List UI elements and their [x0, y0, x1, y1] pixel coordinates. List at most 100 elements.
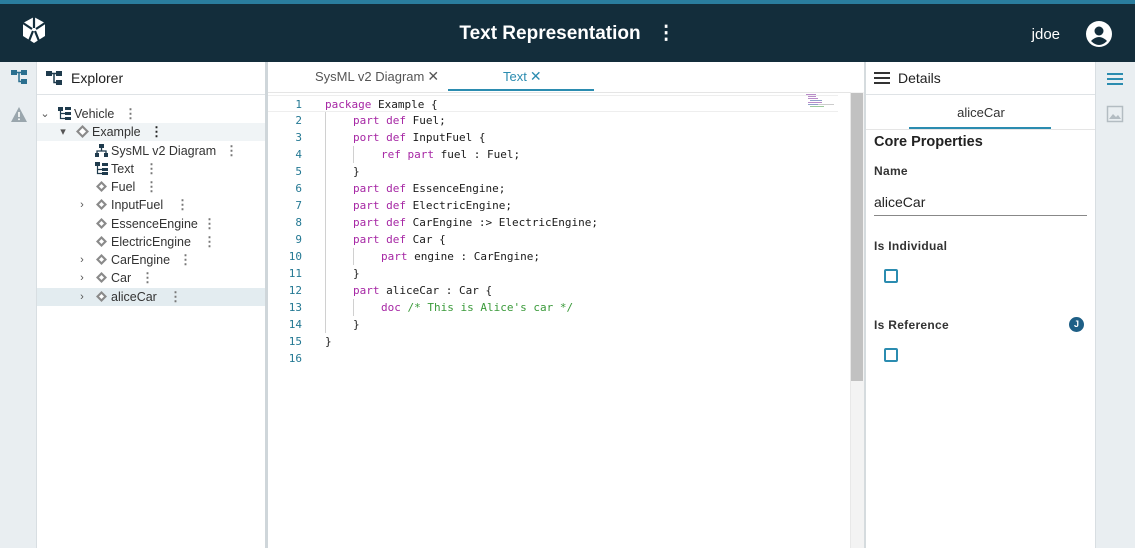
code-line[interactable]: 7 part def ElectricEngine;	[268, 197, 838, 214]
more-options-icon[interactable]: ⋮	[203, 215, 216, 233]
tab-sysml-diagram[interactable]: SysML v2 Diagram ✕	[315, 68, 439, 85]
part-def-icon	[95, 235, 108, 248]
tree-item-fuel[interactable]: Fuel ⋮	[37, 178, 265, 196]
details-list-icon[interactable]	[1106, 70, 1124, 88]
explorer-tree-icon[interactable]	[10, 68, 28, 86]
tree-item-label: Text	[111, 162, 134, 176]
code-text: part def CarEngine :> ElectricEngine;	[353, 216, 599, 229]
code-line[interactable]: 8 part def CarEngine :> ElectricEngine;	[268, 214, 838, 231]
code-line[interactable]: 11}	[268, 265, 838, 282]
tree-item-example[interactable]: ▾ Example ⋮	[37, 123, 265, 141]
indent-guide	[325, 248, 326, 265]
code-text: }	[325, 335, 332, 348]
code-line[interactable]: 3 port def InputFuel {	[268, 129, 838, 146]
line-number: 15	[288, 335, 302, 348]
line-number: 9	[295, 233, 302, 246]
title-menu-icon[interactable]: ⋮	[657, 22, 676, 45]
code-line[interactable]: 4 ref part fuel : Fuel;	[268, 146, 838, 163]
tree-item-text[interactable]: Text ⋮	[37, 160, 265, 178]
user-name: jdoe	[1031, 26, 1060, 43]
explorer-title: Explorer	[71, 70, 124, 86]
more-options-icon[interactable]: ⋮	[145, 178, 158, 196]
tab-label: SysML v2 Diagram	[315, 69, 425, 84]
tree-item-inputfuel[interactable]: › InputFuel ⋮	[37, 196, 265, 214]
more-options-icon[interactable]: ⋮	[169, 288, 182, 306]
close-icon[interactable]: ✕	[427, 68, 439, 84]
indent-guide	[325, 299, 326, 316]
tree-item-electricengine[interactable]: ElectricEngine ⋮	[37, 233, 265, 251]
code-line[interactable]: 13 doc /* This is Alice's car */	[268, 299, 838, 316]
line-number: 2	[295, 114, 302, 127]
chevron-down-icon[interactable]: ▾	[58, 123, 68, 141]
more-options-icon[interactable]: ⋮	[145, 160, 158, 178]
is-reference-checkbox[interactable]	[884, 348, 898, 362]
line-number: 12	[288, 284, 302, 297]
tab-text[interactable]: Text ✕	[503, 68, 542, 85]
indent-guide	[325, 129, 326, 146]
tree-item-label: Example	[92, 125, 141, 139]
more-options-icon[interactable]: ⋮	[203, 233, 216, 251]
more-options-icon[interactable]: ⋮	[179, 251, 192, 269]
explorer-panel: Explorer ⌄ Vehicle ⋮ ▾ Example ⋮ SysML v2 Diag…	[37, 62, 265, 548]
code-line[interactable]: 5}	[268, 163, 838, 180]
code-text: }	[353, 318, 360, 331]
tree-item-label: ElectricEngine	[111, 235, 191, 249]
line-number: 6	[295, 182, 302, 195]
indent-guide	[353, 299, 354, 316]
tree-item-carengine[interactable]: › CarEngine ⋮	[37, 251, 265, 269]
code-line[interactable]: 10 part engine : CarEngine;	[268, 248, 838, 265]
account-circle-icon[interactable]	[1085, 20, 1113, 48]
tab-alicecar[interactable]: aliceCar	[911, 105, 1051, 120]
line-number: 5	[295, 165, 302, 178]
indent-guide	[325, 180, 326, 197]
more-options-icon[interactable]: ⋮	[150, 123, 163, 141]
chevron-right-icon[interactable]: ›	[77, 269, 87, 287]
page-title-text: Text Representation	[459, 23, 641, 44]
line-number: 3	[295, 131, 302, 144]
section-title: Core Properties	[874, 134, 983, 150]
code-text: part def Fuel;	[353, 114, 446, 127]
tree-item-car[interactable]: › Car ⋮	[37, 269, 265, 287]
code-line[interactable]: 15}	[268, 333, 838, 350]
more-options-icon[interactable]: ⋮	[176, 196, 189, 214]
indent-guide	[353, 146, 354, 163]
more-options-icon[interactable]: ⋮	[141, 269, 154, 287]
tree-item-label: CarEngine	[111, 253, 171, 267]
code-text: doc /* This is Alice's car */	[381, 301, 574, 314]
tree-item-vehicle[interactable]: ⌄ Vehicle ⋮	[37, 105, 265, 123]
chevron-right-icon[interactable]: ›	[77, 196, 87, 214]
image-representation-icon[interactable]	[1106, 105, 1124, 123]
close-icon[interactable]: ✕	[530, 68, 542, 84]
tree-item-sysml-v2-diagram[interactable]: SysML v2 Diagram ⋮	[37, 142, 265, 160]
line-number: 11	[288, 267, 302, 280]
is-individual-checkbox[interactable]	[884, 269, 898, 283]
code-line[interactable]: 12 part aliceCar : Car {	[268, 282, 838, 299]
indent-guide	[325, 197, 326, 214]
chevron-right-icon[interactable]: ›	[77, 288, 87, 306]
more-options-icon[interactable]: ⋮	[225, 142, 238, 160]
help-badge-icon[interactable]: J	[1069, 317, 1084, 332]
code-minimap[interactable]	[806, 94, 838, 108]
code-line[interactable]: 14}	[268, 316, 838, 333]
package-icon	[76, 125, 89, 138]
tree-item-alicecar[interactable]: › aliceCar ⋮	[37, 288, 265, 306]
port-def-icon	[95, 198, 108, 211]
editor-scrollbar-thumb[interactable]	[851, 93, 863, 381]
more-options-icon[interactable]: ⋮	[124, 105, 137, 123]
code-area[interactable]: 1 package Example { 2 part def Fuel; 3 port d…	[268, 95, 850, 548]
line-number: 1	[295, 98, 302, 111]
line-number: 10	[288, 250, 302, 263]
tree-item-essenceengine[interactable]: EssenceEngine ⋮	[37, 215, 265, 233]
warning-icon[interactable]	[10, 106, 28, 124]
code-line[interactable]: 6 part def EssenceEngine;	[268, 180, 838, 197]
indent-guide	[325, 316, 326, 333]
code-line[interactable]: 9 part def Car {	[268, 231, 838, 248]
code-line[interactable]: 1 package Example {	[268, 95, 838, 112]
code-text: part def ElectricEngine;	[353, 199, 512, 212]
name-field[interactable]: aliceCar	[874, 194, 925, 210]
chevron-right-icon[interactable]: ›	[77, 251, 87, 269]
details-panel: Details aliceCar Core Properties Name al…	[866, 62, 1095, 548]
chevron-down-icon[interactable]: ⌄	[40, 105, 50, 123]
code-line[interactable]: 16	[268, 350, 838, 367]
code-line[interactable]: 2 part def Fuel;	[268, 112, 838, 129]
